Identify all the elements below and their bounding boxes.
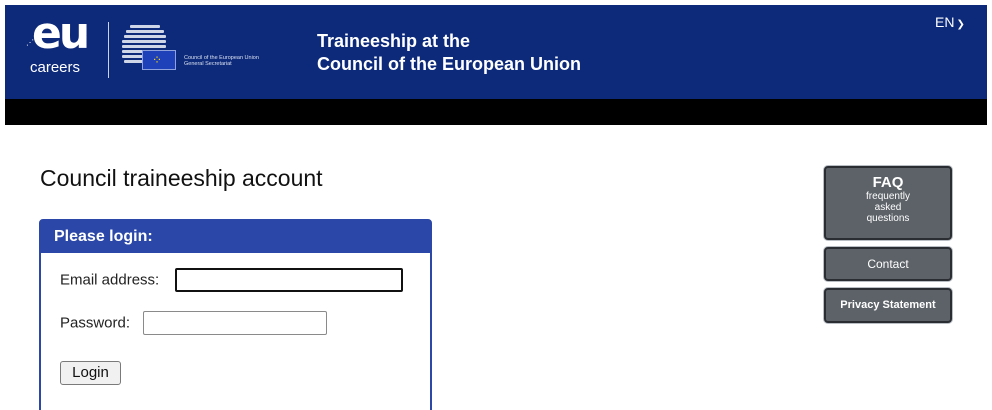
faq-subtitle-3: questions xyxy=(866,213,910,224)
language-label: EN xyxy=(935,14,955,30)
password-field[interactable] xyxy=(143,311,327,335)
language-selector[interactable]: EN ❯ xyxy=(935,14,965,30)
password-label: Password: xyxy=(60,314,131,332)
login-button[interactable]: Login xyxy=(60,361,121,385)
site-title: Traineeship at the Council of the Europe… xyxy=(317,30,581,76)
logo-separator xyxy=(108,22,109,78)
email-field[interactable] xyxy=(175,268,403,292)
faq-title: FAQ xyxy=(872,174,904,191)
eu-flag-icon: ⁘ xyxy=(142,50,176,70)
privacy-statement-button[interactable]: Privacy Statement xyxy=(824,288,952,323)
chevron-down-icon: ❯ xyxy=(956,19,965,30)
council-logo-text: Council of the European Union General Se… xyxy=(184,55,259,67)
header-bottom-bar xyxy=(5,99,987,125)
contact-button[interactable]: Contact xyxy=(824,247,952,281)
email-label: Email address: xyxy=(60,271,160,289)
login-panel: Please login: Email address: Password: L… xyxy=(39,219,432,410)
email-row: Email address: xyxy=(60,268,403,292)
faq-button[interactable]: FAQ frequently asked questions xyxy=(824,166,952,240)
council-logo-line2: General Secretariat xyxy=(184,61,232,67)
eu-careers-logo[interactable]: ⋰ eu careers xyxy=(26,8,98,80)
eu-logo-text: eu xyxy=(32,8,90,59)
council-logo[interactable]: ⁘ xyxy=(122,25,180,75)
site-title-line1: Traineeship at the xyxy=(317,31,471,51)
password-row: Password: xyxy=(60,311,327,335)
login-heading: Please login: xyxy=(41,221,430,253)
site-title-line2: Council of the European Union xyxy=(317,54,581,74)
eu-logo-careers: careers xyxy=(30,59,81,76)
faq-subtitle-2: asked xyxy=(874,202,902,213)
page-title: Council traineeship account xyxy=(40,165,323,191)
faq-subtitle-1: frequently xyxy=(866,191,910,202)
